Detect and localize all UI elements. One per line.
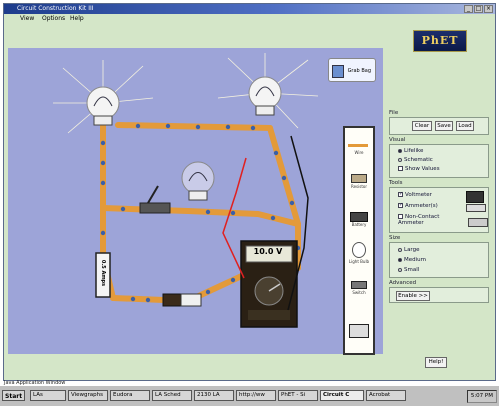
non-contact-ammeter-icon bbox=[468, 218, 488, 227]
show-values-label: Show Values bbox=[405, 166, 440, 172]
taskbar-clock: 5:07 PM bbox=[466, 390, 497, 403]
control-panel: PhET File Clear Save Load Visual Lifelik… bbox=[385, 27, 493, 377]
file-section-title: File bbox=[389, 110, 399, 116]
show-values-option[interactable]: Show Values bbox=[398, 166, 440, 172]
extra-tool[interactable] bbox=[349, 324, 369, 338]
grab-bag-label: Grab Bag bbox=[347, 68, 371, 74]
clear-button[interactable]: Clear bbox=[412, 121, 432, 131]
battery-tool[interactable] bbox=[350, 212, 368, 222]
advanced-section: Enable >> bbox=[389, 287, 489, 303]
resistor-tool[interactable] bbox=[351, 174, 367, 183]
size-small-option[interactable]: Small bbox=[398, 267, 419, 273]
size-section-title: Size bbox=[389, 235, 401, 241]
menu-options[interactable]: Options bbox=[42, 14, 65, 24]
start-label: Start bbox=[5, 393, 23, 400]
phet-logo: PhET bbox=[413, 30, 467, 52]
voltmeter-label: Voltmeter bbox=[405, 192, 432, 198]
non-contact-ammeter-label: Non-Contact Ammeter bbox=[398, 214, 440, 226]
non-contact-ammeter-checkbox[interactable] bbox=[398, 214, 403, 219]
ammeter-checkbox[interactable]: ✓ bbox=[398, 203, 403, 208]
taskbar-item[interactable]: http://ww bbox=[236, 390, 276, 401]
tools-section: ✓ Voltmeter ✓ Ammeter(s) Non-Contact Ammet… bbox=[389, 187, 489, 233]
palette-label-switch: Switch bbox=[352, 290, 366, 295]
palette-label-light-bulb: Light Bulb bbox=[348, 259, 370, 264]
voltmeter-option[interactable]: ✓ Voltmeter bbox=[398, 192, 432, 198]
grab-bag-button[interactable]: Grab Bag bbox=[328, 58, 376, 82]
size-large-label: Large bbox=[404, 247, 420, 253]
maximize-button[interactable]: □ bbox=[474, 5, 483, 13]
palette-label-resistor: Resistor bbox=[351, 184, 367, 189]
application-window: Circuit Construction Kit III _ □ × View … bbox=[3, 3, 496, 381]
ammeter-reading: 0.5 Amps bbox=[100, 259, 106, 287]
window-title: Circuit Construction Kit III bbox=[17, 5, 94, 12]
circuit-canvas[interactable]: 10.0 V 0.5 Amps Grab Bag Wire Resistor B… bbox=[8, 48, 383, 355]
palette-label-wire: Wire bbox=[354, 150, 364, 155]
taskbar-item[interactable]: LAs bbox=[30, 390, 66, 401]
taskbar-item[interactable]: Eudora bbox=[110, 390, 150, 401]
switch[interactable] bbox=[139, 185, 171, 214]
size-large-option[interactable]: Large bbox=[398, 247, 419, 253]
minimize-button[interactable]: _ bbox=[464, 5, 473, 13]
voltmeter-icon bbox=[466, 191, 484, 203]
load-button[interactable]: Load bbox=[456, 121, 474, 131]
bulb-left[interactable] bbox=[86, 86, 120, 126]
switch-tool[interactable] bbox=[351, 281, 367, 289]
lifelike-option[interactable]: Lifelike bbox=[398, 148, 423, 154]
ammeter-label: Ammeter(s) bbox=[405, 203, 438, 209]
bulb-middle[interactable] bbox=[181, 161, 215, 201]
component-palette: Wire Resistor Battery Light Bulb Switch bbox=[343, 126, 375, 355]
visual-section: Lifelike Schematic Show Values bbox=[389, 144, 489, 178]
menu-help[interactable]: Help bbox=[70, 14, 84, 24]
size-large-radio[interactable] bbox=[398, 247, 402, 252]
file-section: Clear Save Load bbox=[389, 117, 489, 135]
ammeter-option[interactable]: ✓ Ammeter(s) bbox=[398, 203, 438, 209]
visual-section-title: Visual bbox=[389, 137, 406, 143]
light-bulb-tool[interactable] bbox=[352, 242, 366, 258]
schematic-label: Schematic bbox=[404, 157, 433, 163]
menu-view[interactable]: View bbox=[20, 14, 34, 24]
taskbar-item[interactable]: Viewgraphs bbox=[68, 390, 108, 401]
taskbar-item[interactable]: PhET - Si bbox=[278, 390, 318, 401]
size-small-label: Small bbox=[404, 267, 420, 273]
enable-advanced-button[interactable]: Enable >> bbox=[396, 291, 430, 301]
start-button[interactable]: Start bbox=[2, 390, 26, 401]
ammeter-icon bbox=[466, 204, 486, 212]
size-small-radio[interactable] bbox=[398, 267, 402, 272]
circuit-drawing[interactable] bbox=[8, 48, 383, 354]
bulb-right[interactable] bbox=[248, 76, 282, 116]
taskbar-item-active[interactable]: Circuit C bbox=[320, 390, 364, 401]
menu-bar: View Options Help bbox=[4, 14, 495, 24]
taskbar-item[interactable]: 2130 LA bbox=[194, 390, 234, 401]
lifelike-radio[interactable] bbox=[398, 148, 402, 153]
title-bar[interactable]: Circuit Construction Kit III _ □ × bbox=[4, 4, 495, 14]
lifelike-label: Lifelike bbox=[404, 148, 424, 154]
taskbar-item[interactable]: Acrobat bbox=[366, 390, 406, 401]
non-contact-ammeter-option[interactable]: Non-Contact Ammeter bbox=[398, 214, 454, 226]
advanced-section-title: Advanced bbox=[389, 280, 417, 286]
taskbar-item[interactable]: LA Sched bbox=[152, 390, 192, 401]
show-values-checkbox[interactable] bbox=[398, 166, 403, 171]
grab-bag-icon bbox=[332, 65, 344, 78]
size-medium-radio[interactable] bbox=[398, 257, 402, 262]
wire-tool[interactable] bbox=[348, 144, 368, 147]
palette-label-battery: Battery bbox=[351, 222, 367, 227]
voltmeter-checkbox[interactable]: ✓ bbox=[398, 192, 403, 197]
taskbar: Start LAs Viewgraphs Eudora LA Sched 213… bbox=[0, 385, 499, 406]
voltmeter-reading: 10.0 V bbox=[253, 247, 283, 256]
resistor[interactable] bbox=[162, 293, 202, 307]
size-medium-label: Medium bbox=[404, 257, 426, 263]
size-section: Large Medium Small bbox=[389, 242, 489, 278]
size-medium-option[interactable]: Medium bbox=[398, 257, 426, 263]
schematic-radio[interactable] bbox=[398, 157, 402, 162]
close-button[interactable]: × bbox=[484, 5, 493, 13]
tools-section-title: Tools bbox=[389, 180, 403, 186]
help-button[interactable]: Help! bbox=[425, 357, 447, 368]
schematic-option[interactable]: Schematic bbox=[398, 157, 433, 163]
window-controls: _ □ × bbox=[464, 5, 493, 13]
save-button[interactable]: Save bbox=[435, 121, 453, 131]
